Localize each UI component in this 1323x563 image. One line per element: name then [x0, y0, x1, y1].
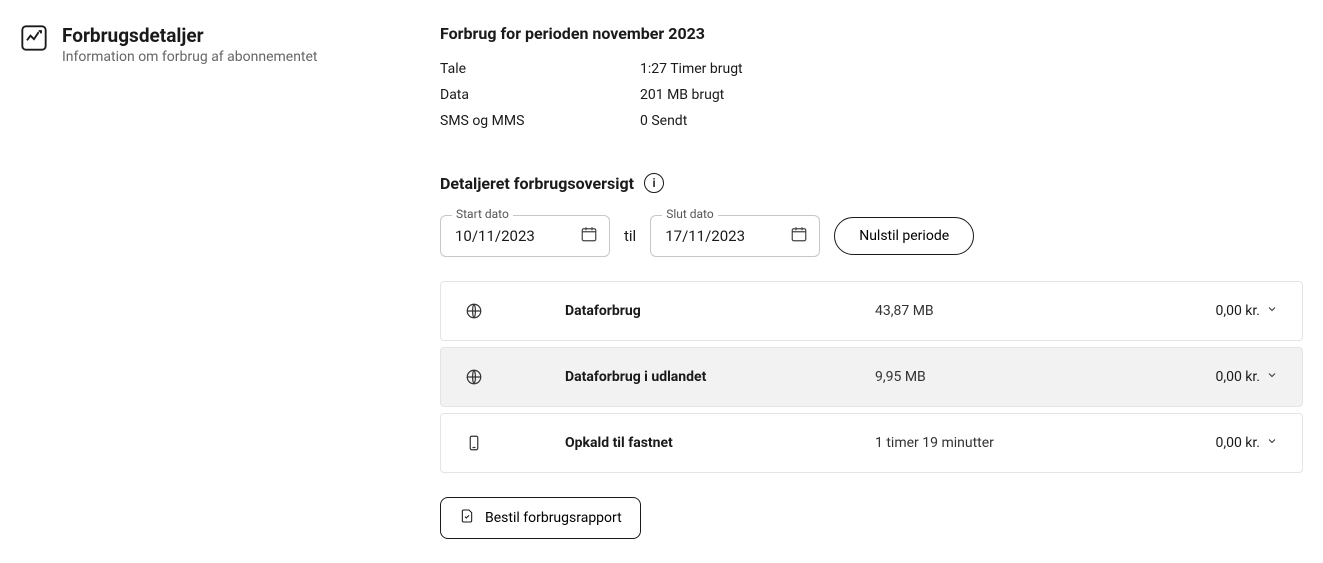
start-date-input[interactable]	[440, 215, 610, 257]
usage-amount: 9,95 MB	[875, 369, 1215, 385]
usage-row-data[interactable]: Dataforbrug 43,87 MB 0,00 kr.	[440, 281, 1303, 341]
start-date-legend: Start dato	[452, 207, 513, 221]
usage-title: Opkald til fastnet	[565, 435, 875, 451]
page-title: Forbrugsdetaljer	[62, 24, 318, 47]
usage-price: 0,00 kr.	[1215, 369, 1260, 385]
usage-title: Dataforbrug i udlandet	[565, 369, 875, 385]
usage-title: Dataforbrug	[565, 303, 875, 319]
chevron-down-icon	[1266, 369, 1278, 385]
summary-label-sms: SMS og MMS	[440, 113, 640, 129]
summary-heading: Forbrug for perioden november 2023	[440, 24, 1303, 43]
phone-icon	[465, 434, 565, 452]
chart-icon	[20, 24, 48, 539]
summary-label-tale: Tale	[440, 61, 640, 77]
detailed-heading: Detaljeret forbrugsoversigt	[440, 174, 634, 193]
page-subtitle: Information om forbrug af abonnementet	[62, 49, 318, 65]
end-date-field[interactable]: Slut dato	[650, 215, 820, 257]
document-check-icon	[459, 508, 475, 528]
order-report-label: Bestil forbrugsrapport	[485, 510, 622, 526]
info-icon[interactable]: i	[644, 173, 664, 193]
usage-amount: 1 timer 19 minutter	[875, 435, 1215, 451]
til-label: til	[624, 227, 636, 245]
start-date-field[interactable]: Start dato	[440, 215, 610, 257]
reset-period-button[interactable]: Nulstil periode	[834, 217, 974, 255]
summary-label-data: Data	[440, 87, 640, 103]
usage-amount: 43,87 MB	[875, 303, 1215, 319]
usage-price: 0,00 kr.	[1215, 303, 1260, 319]
globe-icon	[465, 302, 565, 320]
usage-row-data-abroad[interactable]: Dataforbrug i udlandet 9,95 MB 0,00 kr.	[440, 347, 1303, 407]
end-date-legend: Slut dato	[662, 207, 718, 221]
usage-price: 0,00 kr.	[1215, 435, 1260, 451]
summary-value-tale: 1:27 Timer brugt	[640, 61, 1303, 77]
usage-row-landline[interactable]: Opkald til fastnet 1 timer 19 minutter 0…	[440, 413, 1303, 473]
end-date-input[interactable]	[650, 215, 820, 257]
order-usage-report-button[interactable]: Bestil forbrugsrapport	[440, 497, 641, 539]
chevron-down-icon	[1266, 435, 1278, 451]
summary-value-data: 201 MB brugt	[640, 87, 1303, 103]
globe-icon	[465, 368, 565, 386]
summary-value-sms: 0 Sendt	[640, 113, 1303, 129]
chevron-down-icon	[1266, 303, 1278, 319]
